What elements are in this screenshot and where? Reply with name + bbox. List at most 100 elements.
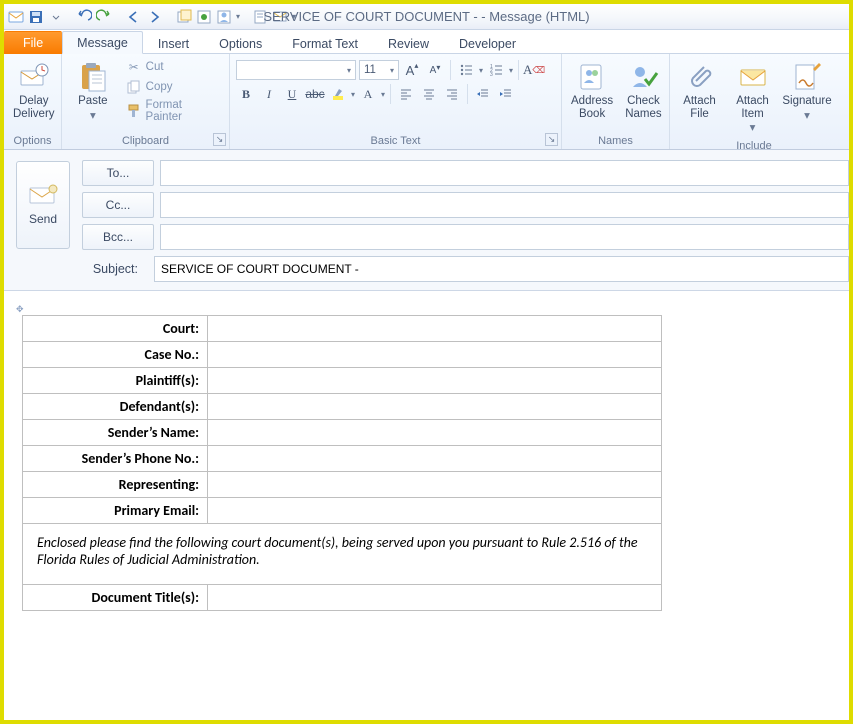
label-court[interactable]: Court: [23, 316, 208, 342]
value-plaintiffs[interactable] [208, 368, 662, 394]
message-body[interactable]: ✥ Court: Case No.: Plaintiff(s): Defenda… [4, 291, 849, 621]
label-doc-titles[interactable]: Document Title(s): [23, 585, 208, 611]
tab-message[interactable]: Message [62, 31, 143, 54]
label-plaintiffs[interactable]: Plaintiff(s): [23, 368, 208, 394]
qat-icon-3[interactable] [216, 9, 232, 25]
value-representing[interactable] [208, 472, 662, 498]
label-case-no[interactable]: Case No.: [23, 342, 208, 368]
group-basic-text: ▾ 11▾ A▴ A▾ ▾ 123 ▾ A⌫ B I U abc ▾ A ▾ [230, 54, 562, 149]
chevron-down-icon: ▾ [347, 66, 351, 75]
copy-button[interactable]: Copy [124, 78, 223, 96]
attach-file-button[interactable]: Attach File [676, 58, 723, 123]
label-primary-email[interactable]: Primary Email: [23, 498, 208, 524]
numbering-button[interactable]: 123 [486, 60, 506, 80]
title-bar: ▾ ▾ SERVICE OF COURT DOCUMENT - - Messag… [4, 4, 849, 30]
value-sender-name[interactable] [208, 420, 662, 446]
increase-indent-button[interactable] [496, 84, 516, 104]
qat-icon-4[interactable] [252, 9, 268, 25]
next-item-icon[interactable] [146, 9, 162, 25]
qat-icon-5[interactable] [272, 9, 288, 25]
decrease-indent-button[interactable] [473, 84, 493, 104]
basic-text-launcher[interactable]: ↘ [545, 133, 558, 146]
redo-icon[interactable] [96, 9, 112, 25]
qat-customize-caret[interactable]: ▾ [292, 12, 296, 21]
attach-item-icon [737, 61, 769, 93]
attach-item-label: Attach Item [732, 95, 773, 120]
tab-format-text[interactable]: Format Text [277, 32, 373, 54]
to-button[interactable]: To... [82, 160, 154, 186]
format-painter-button[interactable]: Format Painter [124, 98, 223, 124]
paste-button[interactable]: Paste ▾ [68, 58, 118, 125]
qat-dropdown-icon[interactable] [48, 9, 64, 25]
send-label: Send [29, 212, 57, 226]
value-sender-phone[interactable] [208, 446, 662, 472]
group-names-label: Names [568, 133, 663, 149]
table-anchor-icon[interactable]: ✥ [16, 304, 24, 314]
font-color-button[interactable]: A [358, 84, 378, 104]
delay-delivery-button[interactable]: Delay Delivery [10, 58, 58, 123]
label-sender-phone[interactable]: Sender’s Phone No.: [23, 446, 208, 472]
clipboard-launcher[interactable]: ↘ [213, 133, 226, 146]
font-color-caret[interactable]: ▾ [381, 90, 385, 99]
align-left-button[interactable] [396, 84, 416, 104]
grow-font-button[interactable]: A▴ [402, 60, 422, 80]
subject-field[interactable] [154, 256, 849, 282]
tab-insert[interactable]: Insert [143, 32, 204, 54]
value-doc-titles[interactable] [208, 585, 662, 611]
label-defendants[interactable]: Defendant(s): [23, 394, 208, 420]
underline-button[interactable]: U [282, 84, 302, 104]
align-right-button[interactable] [442, 84, 462, 104]
label-representing[interactable]: Representing: [23, 472, 208, 498]
font-size-combo[interactable]: 11▾ [359, 60, 399, 80]
value-primary-email[interactable] [208, 498, 662, 524]
font-name-combo[interactable]: ▾ [236, 60, 356, 80]
table-row: Representing: [23, 472, 662, 498]
qat-icon-1[interactable] [176, 9, 192, 25]
bold-button[interactable]: B [236, 84, 256, 104]
tab-developer[interactable]: Developer [444, 32, 531, 54]
highlight-button[interactable] [328, 84, 348, 104]
bullets-caret[interactable]: ▾ [479, 66, 483, 75]
strikethrough-button[interactable]: abc [305, 84, 325, 104]
previous-item-icon[interactable] [126, 9, 142, 25]
align-center-button[interactable] [419, 84, 439, 104]
check-names-button[interactable]: Check Names [622, 58, 664, 123]
cc-field[interactable] [160, 192, 849, 218]
bcc-field[interactable] [160, 224, 849, 250]
bcc-button[interactable]: Bcc... [82, 224, 154, 250]
address-book-label: Address Book [571, 95, 613, 120]
numbering-caret[interactable]: ▾ [509, 66, 513, 75]
tab-options[interactable]: Options [204, 32, 277, 54]
qat-icon-2[interactable] [196, 9, 212, 25]
chevron-down-icon: ▾ [390, 66, 394, 75]
bullets-button[interactable] [456, 60, 476, 80]
table-row: Defendant(s): [23, 394, 662, 420]
body-paragraph[interactable]: Enclosed please find the following court… [23, 524, 662, 585]
table-row: Sender’s Phone No.: [23, 446, 662, 472]
italic-button[interactable]: I [259, 84, 279, 104]
save-icon[interactable] [28, 9, 44, 25]
qat-split-caret[interactable]: ▾ [236, 12, 240, 21]
undo-icon[interactable] [76, 9, 92, 25]
address-book-button[interactable]: Address Book [568, 58, 616, 123]
value-court[interactable] [208, 316, 662, 342]
shrink-font-button[interactable]: A▾ [425, 60, 445, 80]
highlight-caret[interactable]: ▾ [351, 90, 355, 99]
cc-button[interactable]: Cc... [82, 192, 154, 218]
cut-button[interactable]: ✂Cut [124, 58, 223, 76]
label-sender-name[interactable]: Sender’s Name: [23, 420, 208, 446]
signature-button[interactable]: Signature ▾ [782, 58, 832, 125]
send-button[interactable]: Send [16, 161, 70, 249]
tab-file[interactable]: File [4, 31, 62, 54]
value-case-no[interactable] [208, 342, 662, 368]
clear-formatting-button[interactable]: A⌫ [524, 60, 544, 80]
signature-label: Signature [782, 95, 831, 108]
tab-review[interactable]: Review [373, 32, 444, 54]
group-options: Delay Delivery Options [4, 54, 62, 149]
attach-item-button[interactable]: Attach Item ▾ [729, 58, 776, 138]
to-field[interactable] [160, 160, 849, 186]
value-defendants[interactable] [208, 394, 662, 420]
document-table[interactable]: Court: Case No.: Plaintiff(s): Defendant… [22, 315, 662, 611]
group-options-label: Options [10, 133, 55, 149]
table-row: Plaintiff(s): [23, 368, 662, 394]
